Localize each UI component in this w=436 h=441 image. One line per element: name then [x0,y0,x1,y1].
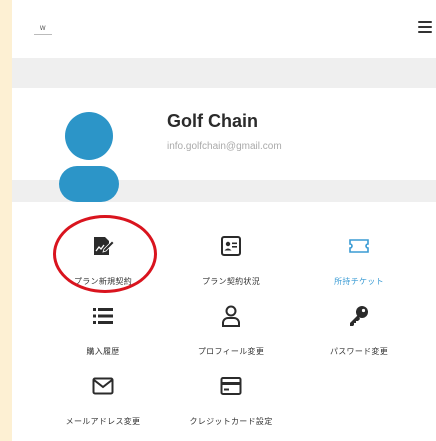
key-icon [350,306,368,326]
id-card-icon [221,236,241,256]
credit-card-icon [220,377,242,395]
menu-item-password-change[interactable]: パスワード変更 [299,294,419,356]
profile-email: info.golfchain@gmail.com [167,141,282,152]
menu-item-profile-change[interactable]: プロフィール変更 [171,294,291,356]
menu-item-tickets[interactable]: 所持チケット [299,224,419,286]
mail-icon [92,377,114,395]
menu-item-label: プラン契約状況 [201,277,261,286]
menu-item-label: プロフィール変更 [197,347,265,356]
menu-item-label: 所持チケット [334,277,384,286]
menu-item-email-change[interactable]: メールアドレス変更 [43,364,163,426]
person-icon [222,305,240,327]
profile-name: Golf Chain [167,111,258,131]
menu-item-label: 購入履歴 [86,347,120,356]
hamburger-icon[interactable] [418,20,432,34]
menu-item-purchase-history[interactable]: 購入履歴 [43,294,163,356]
logo[interactable]: W [34,24,52,35]
highlight-circle [53,215,157,293]
user-avatar-icon [59,112,119,202]
menu-item-label: パスワード変更 [329,347,389,356]
ticket-icon [349,239,369,253]
menu-item-label: メールアドレス変更 [65,417,141,426]
menu-item-plan-status[interactable]: プラン契約状況 [171,224,291,286]
app-frame: W Golf Chain info.golfchain@gmail.com プラ… [12,0,436,441]
menu-item-credit-card[interactable]: クレジットカード設定 [171,364,291,426]
list-icon [93,308,113,324]
divider-band [12,58,436,88]
menu-item-label: クレジットカード設定 [189,417,273,426]
top-bar: W [12,0,436,58]
